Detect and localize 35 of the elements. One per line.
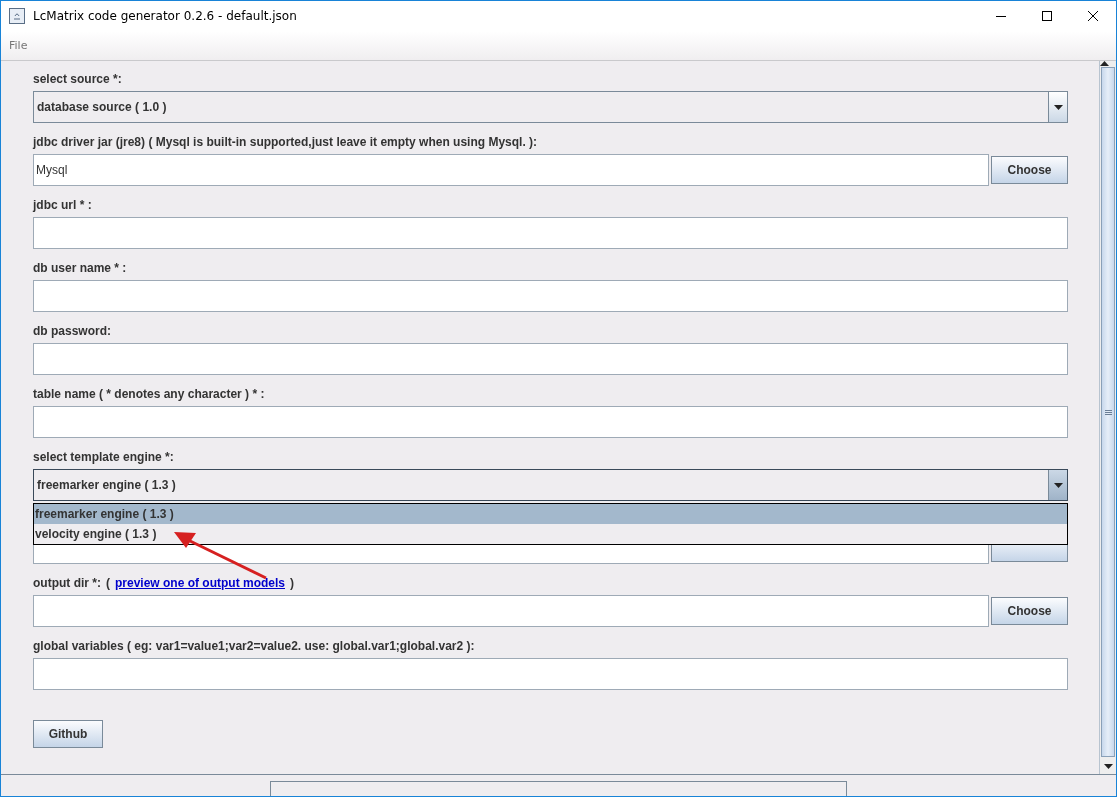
field-label: select source *: bbox=[33, 72, 122, 86]
input-field[interactable] bbox=[33, 658, 1068, 690]
menu-item[interactable]: File bbox=[7, 39, 30, 52]
field-label: select template engine *: bbox=[33, 450, 174, 464]
dropdown-arrow-icon bbox=[1053, 104, 1063, 110]
paren-text: ( bbox=[106, 576, 110, 590]
field-label: table name ( * denotes any character ) * : bbox=[33, 387, 265, 401]
choose-button[interactable]: Choose bbox=[991, 597, 1068, 625]
dropdown-arrow-icon bbox=[1053, 482, 1063, 488]
paren-text: ) bbox=[290, 576, 294, 590]
input-field[interactable] bbox=[33, 595, 989, 627]
app-icon bbox=[9, 8, 25, 24]
input-field[interactable] bbox=[33, 343, 1068, 375]
maximize-icon bbox=[1042, 11, 1052, 21]
field-label: db user name * : bbox=[33, 261, 127, 275]
dropdown[interactable]: database source ( 1.0 ) bbox=[33, 91, 1068, 123]
dropdown[interactable]: freemarker engine ( 1.3 ) bbox=[33, 469, 1068, 501]
input-field[interactable] bbox=[33, 280, 1068, 312]
input-field[interactable] bbox=[33, 406, 1068, 438]
field-label: output dir *: bbox=[33, 576, 101, 590]
input-field[interactable]: Mysql bbox=[33, 154, 989, 186]
field-label: global variables ( eg: var1=value1;var2=value2. use: global.var1;global.var2 ): bbox=[33, 639, 475, 653]
dropdown-option[interactable]: freemarker engine ( 1.3 ) bbox=[34, 504, 1067, 524]
field-label: jdbc url * : bbox=[33, 198, 92, 212]
scrollbar-thumb[interactable] bbox=[1101, 67, 1115, 757]
input-field[interactable] bbox=[33, 217, 1068, 249]
window-title: LcMatrix code generator 0.2.6 - default.json bbox=[33, 9, 298, 23]
field-label: jdbc driver jar (jre8) ( Mysql is built-in supported,just leave it empty when using Mysql. ): bbox=[33, 135, 538, 149]
preview-link[interactable]: preview one of output models bbox=[115, 576, 285, 590]
field-label: db password: bbox=[33, 324, 111, 338]
close-icon bbox=[1088, 11, 1098, 21]
scroll-down-icon bbox=[1103, 763, 1113, 769]
dropdown-option[interactable]: velocity engine ( 1.3 ) bbox=[34, 524, 1067, 544]
github-button[interactable]: Github bbox=[33, 720, 103, 748]
choose-button[interactable]: Choose bbox=[991, 156, 1068, 184]
